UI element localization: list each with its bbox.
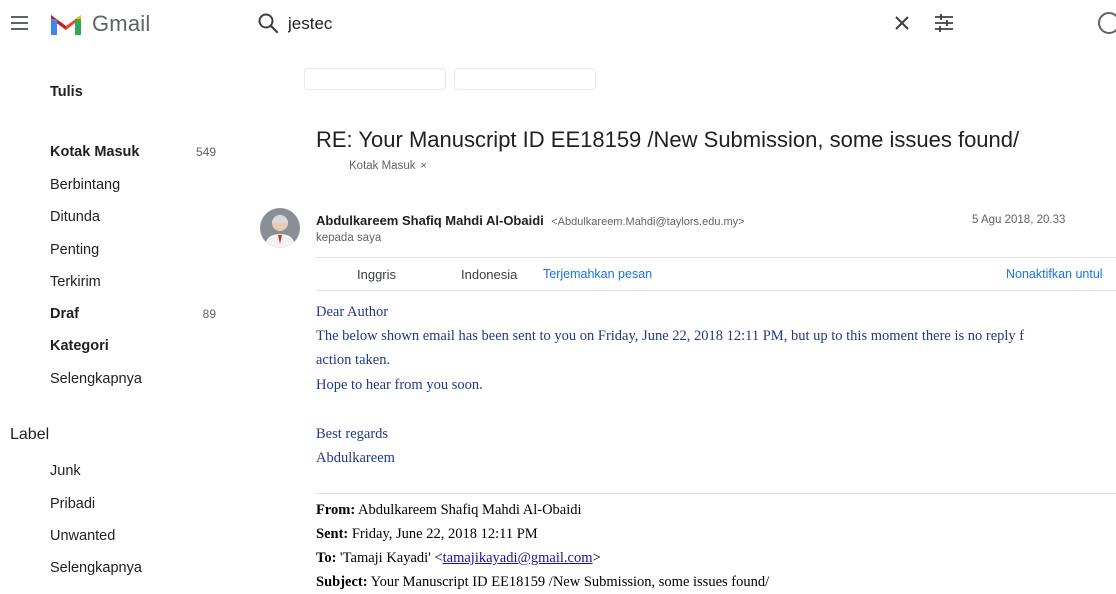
sidebar-item-label: Terkirim [50,274,101,290]
sidebar-item-label: Kategori [50,338,109,354]
quote-divider [316,493,1116,494]
sidebar-label-junk[interactable]: Junk [50,463,220,483]
sender-line: Abdulkareem Shafiq Mahdi Al-Obaidi <Abdu… [316,212,745,230]
sidebar-label-text: Selengkapnya [50,560,142,576]
help-icon[interactable] [1096,10,1116,36]
quoted-subject: Subject: Your Manuscript ID EE18159 /New… [316,574,769,591]
sidebar-item-label: Selengkapnya [50,371,142,387]
sidebar-item-label: Draf [50,306,80,322]
sidebar-item-label: Ditunda [50,209,100,225]
top-bar: Gmail [0,0,1116,46]
translate-message-link[interactable]: Terjemahkan pesan [543,267,652,281]
toolbar-button-placeholder[interactable] [304,68,446,90]
translate-bar: Inggris Indonesia Terjemahkan pesan Nona… [316,257,1116,291]
quoted-to-label: To: [316,550,337,566]
source-language[interactable]: Inggris [357,267,396,282]
gmail-logo[interactable] [48,9,84,37]
search-icon[interactable] [256,11,280,35]
quoted-to-email-link[interactable]: tamajikayadi@gmail.com [443,550,593,566]
avatar[interactable] [260,208,300,248]
sender-email: <Abdulkareem.Mahdi@taylors.edu.my> [551,216,745,228]
quoted-subject-label: Subject: [316,574,368,590]
sidebar-label-text: Unwanted [50,528,116,544]
quoted-from-value: Abdulkareem Shafiq Mahdi Al-Obaidi [358,502,582,518]
sidebar-label-text: Pribadi [50,496,96,512]
sidebar-item-label: Penting [50,242,100,258]
sidebar-item-inbox[interactable]: Kotak Masuk 549 [50,144,220,164]
quoted-to: To: 'Tamaji Kayadi' <tamajikayadi@gmail.… [316,550,601,567]
quoted-sent: Sent: Friday, June 22, 2018 12:11 PM [316,526,538,543]
quoted-sent-value: Friday, June 22, 2018 12:11 PM [351,526,538,542]
sidebar-item-more[interactable]: Selengkapnya [50,371,220,391]
label-chip-text: Kotak Masuk [349,160,416,172]
body-paragraph: The below shown email has been sent to y… [316,328,1025,344]
body-regards: Best regards [316,426,389,442]
target-language[interactable]: Indonesia [461,267,517,282]
sidebar-label-text: Junk [50,463,81,479]
quoted-subject-value: Your Manuscript ID EE18159 /New Submissi… [370,574,770,590]
filter-icon[interactable] [932,11,956,35]
sidebar-item-label: Kotak Masuk [50,144,140,160]
email-subject: RE: Your Manuscript ID EE18159 /New Subm… [316,127,1020,152]
body-signature: Abdulkareem [316,450,395,466]
sidebar-item-label: Berbintang [50,177,121,193]
quoted-from: From: Abdulkareem Shafiq Mahdi Al-Obaidi [316,502,582,519]
sidebar-item-important[interactable]: Penting [50,242,220,262]
disable-translate-link[interactable]: Nonaktifkan untul [1006,267,1103,281]
compose-button[interactable]: Tulis [50,84,83,100]
sidebar-item-drafts[interactable]: Draf 89 [50,306,220,326]
email-date: 5 Agu 2018, 20.33 [972,214,1066,226]
recipient-line[interactable]: kepada saya [316,232,381,244]
quoted-to-end: > [592,550,601,566]
avatar-image [260,208,300,248]
sender-name[interactable]: Abdulkareem Shafiq Mahdi Al-Obaidi [316,213,544,228]
quoted-from-label: From: [316,502,356,518]
body-paragraph: Hope to hear from you soon. [316,377,483,393]
clear-icon[interactable] [891,12,913,34]
body-greeting: Dear Author [316,304,389,320]
sidebar: Tulis Kotak Masuk 549 Berbintang Ditunda… [0,46,250,594]
label-section-header: Label [10,426,50,443]
sidebar-item-sent[interactable]: Terkirim [50,274,220,294]
close-icon[interactable]: × [420,160,426,172]
menu-icon[interactable] [8,11,32,35]
quoted-to-name: 'Tamaji Kayadi' < [340,550,443,566]
sidebar-item-count: 89 [202,307,216,321]
sidebar-label-unwanted[interactable]: Unwanted [50,528,220,548]
label-chip: Kotak Masuk × [349,160,427,172]
toolbar-button-placeholder[interactable] [454,68,596,90]
sidebar-item-starred[interactable]: Berbintang [50,177,220,197]
body-paragraph: action taken. [316,352,391,368]
sidebar-label-more[interactable]: Selengkapnya [50,560,220,580]
sidebar-label-personal[interactable]: Pribadi [50,496,220,516]
sidebar-item-count: 549 [195,145,216,159]
sidebar-item-categories[interactable]: Kategori [50,338,220,358]
app-name: Gmail [92,11,151,36]
sidebar-item-snoozed[interactable]: Ditunda [50,209,220,229]
quoted-sent-label: Sent: [316,526,349,542]
search-input[interactable] [288,10,848,38]
